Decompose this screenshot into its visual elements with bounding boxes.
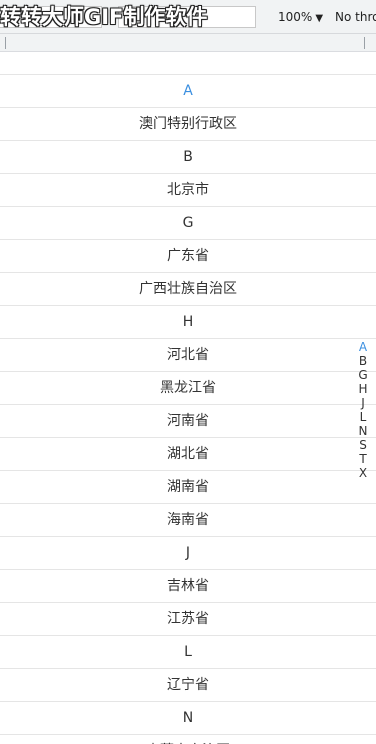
city-list-item[interactable]: 辽宁省	[0, 669, 376, 702]
list-top-spacer	[0, 52, 376, 75]
city-list-page: A 澳门特别行政区 B 北京市 G 广东省 广西壮族自治区 H 河北省 黑龙江省 河南省 湖北省 湖南省…	[0, 52, 376, 744]
city-list: A 澳门特别行政区 B 北京市 G 广东省 广西壮族自治区 H 河北省 黑龙江省 河南省 湖北省 湖南省…	[0, 75, 376, 744]
city-list-item[interactable]: 广东省	[0, 240, 376, 273]
viewport-ruler	[0, 34, 376, 52]
device-width-input[interactable]: o	[0, 6, 102, 28]
throttle-select[interactable]: No thrott	[335, 0, 376, 33]
section-header: J	[0, 537, 376, 570]
city-list-item[interactable]: 广西壮族自治区	[0, 273, 376, 306]
city-list-item[interactable]: 江苏省	[0, 603, 376, 636]
index-letter-n[interactable]: N	[357, 424, 369, 438]
section-header: N	[0, 702, 376, 735]
index-letter-b[interactable]: B	[357, 354, 369, 368]
section-header: G	[0, 207, 376, 240]
device-height-input[interactable]	[118, 6, 256, 28]
city-list-item[interactable]: 河北省	[0, 339, 376, 372]
city-list-item[interactable]: 海南省	[0, 504, 376, 537]
section-header: L	[0, 636, 376, 669]
index-letter-g[interactable]: G	[357, 368, 369, 382]
index-letter-h[interactable]: H	[357, 382, 369, 396]
index-letter-j[interactable]: J	[357, 396, 369, 410]
index-letter-l[interactable]: L	[357, 410, 369, 424]
chevron-down-icon: ▼	[315, 13, 324, 24]
city-list-item[interactable]: 湖南省	[0, 471, 376, 504]
index-letter-t[interactable]: T	[357, 452, 369, 466]
zoom-value: 100%	[278, 10, 313, 24]
ruler-left-marker	[5, 37, 6, 49]
device-toolbar: o 100%▼ No thrott 转转大师GIF制作软件	[0, 0, 376, 34]
alphabet-index: ABGHJLNSTX	[357, 340, 369, 480]
city-list-item[interactable]: 河南省	[0, 405, 376, 438]
city-list-item[interactable]: 北京市	[0, 174, 376, 207]
section-header: A	[0, 75, 376, 108]
city-list-item[interactable]: 湖北省	[0, 438, 376, 471]
index-letter-x[interactable]: X	[357, 466, 369, 480]
city-list-item[interactable]: 内蒙古自治区	[0, 735, 376, 744]
zoom-select[interactable]: 100% ▼	[278, 0, 324, 33]
city-list-item[interactable]: 黑龙江省	[0, 372, 376, 405]
city-list-item[interactable]: 吉林省	[0, 570, 376, 603]
index-letter-a[interactable]: A	[357, 340, 369, 354]
section-header: H	[0, 306, 376, 339]
ruler-right-marker	[364, 37, 365, 49]
section-header: B	[0, 141, 376, 174]
index-letter-s[interactable]: S	[357, 438, 369, 452]
city-list-item[interactable]: 澳门特别行政区	[0, 108, 376, 141]
